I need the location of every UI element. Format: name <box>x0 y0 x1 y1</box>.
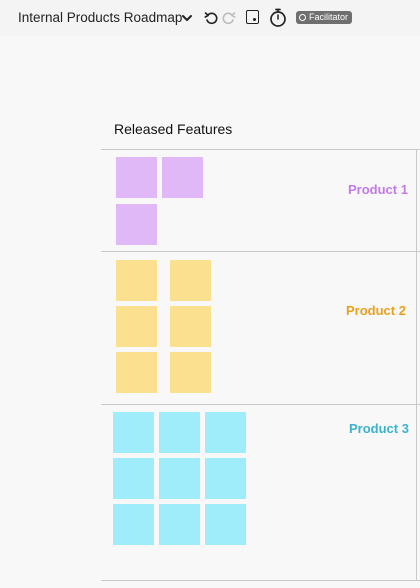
redo-icon[interactable] <box>222 11 236 25</box>
row-divider <box>101 580 420 581</box>
column-divider <box>416 149 417 580</box>
facilitator-icon <box>299 14 306 21</box>
facilitator-label: Facilitator <box>309 12 349 22</box>
sticky-note[interactable] <box>113 504 154 545</box>
sticky-note[interactable] <box>170 352 211 393</box>
timer-icon[interactable] <box>269 8 287 27</box>
section-title[interactable]: Released Features <box>114 121 232 137</box>
facilitator-badge[interactable]: Facilitator <box>296 11 353 24</box>
sticky-note[interactable] <box>113 458 154 499</box>
sticky-note[interactable] <box>162 157 203 198</box>
sticky-note[interactable] <box>116 204 157 245</box>
undo-icon[interactable] <box>204 11 218 25</box>
sticky-note[interactable] <box>170 306 211 347</box>
row-label-product-3[interactable]: Product 3 <box>349 421 409 436</box>
row-divider <box>101 149 420 150</box>
sticky-note[interactable] <box>116 352 157 393</box>
top-toolbar: Internal Products Roadmap Facilitator <box>0 0 420 36</box>
sticky-note[interactable] <box>159 504 200 545</box>
row-label-product-1[interactable]: Product 1 <box>348 182 408 197</box>
sticky-note[interactable] <box>116 157 157 198</box>
sticky-note[interactable] <box>205 504 246 545</box>
frame-icon[interactable] <box>246 10 259 24</box>
sticky-note[interactable] <box>170 260 211 301</box>
row-divider <box>101 404 420 405</box>
row-label-product-2[interactable]: Product 2 <box>346 303 406 318</box>
row-divider <box>101 251 420 252</box>
sticky-note[interactable] <box>159 458 200 499</box>
sticky-note[interactable] <box>159 412 200 453</box>
sticky-note[interactable] <box>116 260 157 301</box>
board-title[interactable]: Internal Products Roadmap <box>18 10 182 25</box>
sticky-note[interactable] <box>205 412 246 453</box>
sticky-note[interactable] <box>205 458 246 499</box>
sticky-note[interactable] <box>116 306 157 347</box>
chevron-down-icon[interactable] <box>181 13 193 23</box>
sticky-note[interactable] <box>113 412 154 453</box>
